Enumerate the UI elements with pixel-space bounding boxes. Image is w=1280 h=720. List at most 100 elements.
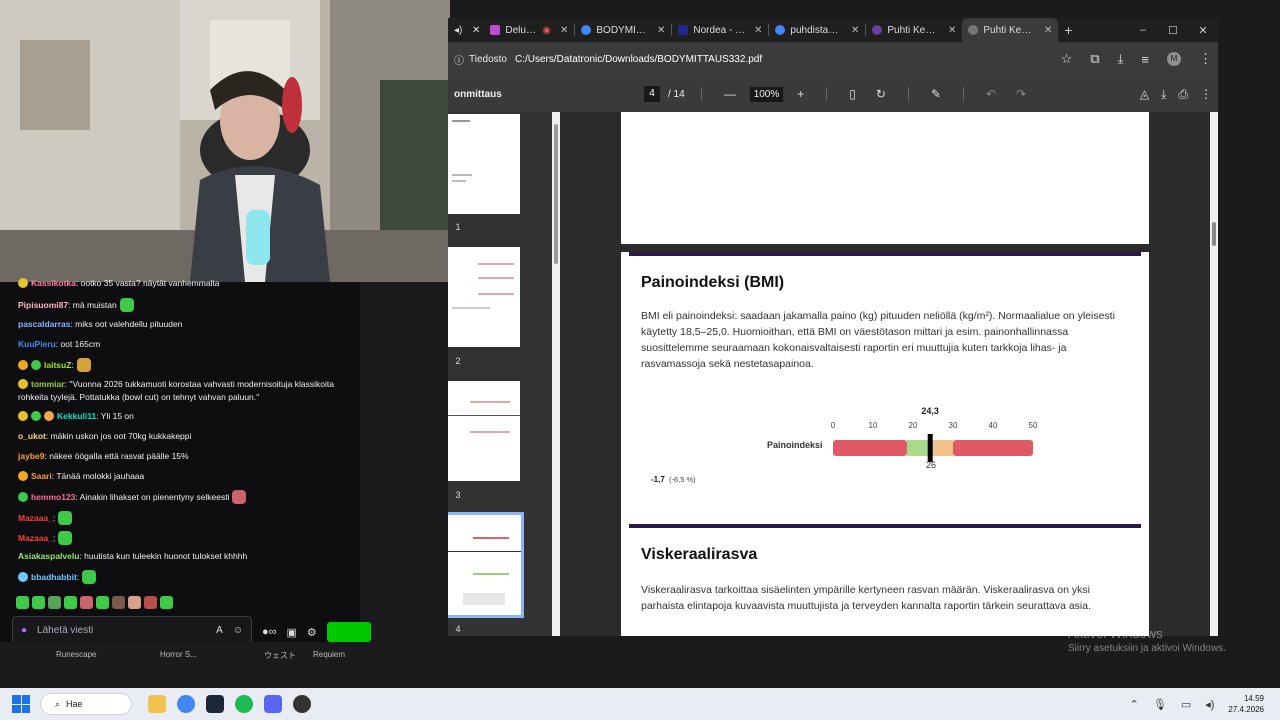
taskbar-search[interactable]: ⌕ Hae — [40, 693, 132, 715]
recording-icon: ◉ — [542, 24, 551, 36]
main-scrollbar[interactable] — [1210, 112, 1218, 636]
close-icon[interactable]: ✕ — [851, 25, 859, 36]
taskbar: ⌕ Hae ⌃ 🎙 ▭ ◂) 14.59 27.4.2026 — [0, 688, 1280, 720]
profile-avatar[interactable]: M — [1167, 52, 1181, 66]
visceral-fat-heading: Viskeraalirasva — [641, 546, 758, 563]
download-pdf-icon[interactable]: ⤓ — [1161, 87, 1166, 102]
close-icon[interactable]: ✕ — [754, 25, 762, 36]
microphone-icon[interactable]: ● — [21, 625, 27, 636]
emote-icon[interactable] — [32, 596, 45, 609]
fit-page-icon[interactable]: ▯ — [843, 87, 862, 101]
emote-icon[interactable] — [128, 596, 141, 609]
obs-icon[interactable] — [293, 695, 311, 713]
page-thumbnail[interactable] — [448, 381, 520, 481]
section-divider — [629, 252, 1141, 256]
undo-icon[interactable]: ↶ — [980, 87, 1002, 101]
zoom-in-icon[interactable]: + — [791, 87, 810, 101]
close-window-button[interactable]: ✕ — [1188, 24, 1218, 37]
emote-icon[interactable] — [64, 596, 77, 609]
chrome-icon[interactable] — [177, 695, 195, 713]
bmi-row-label: Painoindeksi — [767, 440, 823, 450]
save-drive-icon[interactable]: ◬ — [1140, 87, 1149, 102]
speaker-icon[interactable]: ◂) — [448, 18, 468, 42]
browser-tab[interactable]: Puhti Kehonm✕ — [866, 18, 962, 42]
emote-icon — [76, 358, 91, 372]
system-tray: ⌃ 🎙 ▭ ◂) 14.59 27.4.2026 — [1130, 693, 1280, 715]
emoji-icon[interactable]: ☺ — [233, 625, 243, 636]
annotate-icon[interactable]: ✎ — [925, 87, 947, 101]
settings-gear-icon[interactable]: ⚙ — [307, 626, 317, 639]
more-options-icon[interactable]: ⋮ — [1200, 87, 1212, 102]
gift-icon[interactable]: ▣ — [287, 626, 297, 639]
bmi-heading: Painoindeksi (BMI) — [641, 274, 785, 291]
zoom-level-input[interactable]: 100% — [749, 86, 784, 102]
emote-icon[interactable] — [144, 596, 157, 609]
game-label: Horror S... — [160, 650, 197, 659]
emote-icon[interactable] — [16, 596, 29, 609]
menu-kebab-icon[interactable]: ⋮ — [1199, 51, 1212, 67]
emote-icon — [58, 511, 73, 525]
file-explorer-icon[interactable] — [148, 695, 166, 713]
chat-message: o_ukot: mäkin uskon jos oot 70kg kukkake… — [18, 431, 192, 441]
bmi-marker — [927, 434, 933, 462]
page-thumbnail-selected[interactable] — [448, 512, 524, 618]
chat-message: tommiar: ''Vuonna 2026 tukkamuoti korost… — [18, 378, 334, 391]
rotate-icon[interactable]: ↻ — [870, 87, 892, 101]
download-icon[interactable]: ⤓ — [1118, 51, 1124, 67]
emote-icon[interactable] — [160, 596, 173, 609]
browser-tab[interactable]: Nordea - Tun✕ — [672, 18, 768, 42]
volume-icon[interactable]: ◂) — [1205, 698, 1214, 711]
minimize-button[interactable]: – — [1128, 24, 1158, 37]
bits-icon[interactable]: ●∞ — [262, 626, 277, 638]
emote-icon[interactable] — [80, 596, 93, 609]
tab-strip: ◂) ✕ Delulu Str◉✕ BODYMITTAU✕ Nordea - T… — [448, 18, 1218, 42]
pdf-toolbar: onmittaus 4 / 14 — 100% + ▯ ↻ ✎ ↶ ↷ ◬ ⤓ … — [448, 76, 1218, 112]
chat-message: jaybe9: näkee öögalla että rasvat päälle… — [18, 451, 189, 461]
browser-tab[interactable]: Delulu Str◉✕ — [484, 18, 574, 42]
gauge-zone-bar — [953, 440, 1033, 456]
start-button[interactable] — [12, 695, 30, 713]
discord-icon[interactable] — [264, 695, 282, 713]
emote-icon[interactable] — [48, 596, 61, 609]
emote-icon[interactable] — [96, 596, 109, 609]
webcam-image — [0, 0, 450, 282]
close-icon[interactable]: ✕ — [560, 25, 568, 36]
print-icon[interactable]: ⎙ — [1178, 87, 1188, 102]
chat-message: Mazaaa_: — [18, 531, 73, 545]
steam-icon[interactable] — [206, 695, 224, 713]
chat-send-button[interactable] — [326, 622, 371, 642]
redo-icon[interactable]: ↷ — [1010, 87, 1032, 101]
close-icon[interactable]: ✕ — [948, 25, 956, 36]
site-info-chip[interactable]: ⓘ Tiedosto — [454, 52, 507, 67]
address-bar: ⓘ Tiedosto C:/Users/Datatronic/Downloads/… — [448, 42, 1218, 76]
page-thumbnail[interactable] — [448, 247, 520, 347]
page-number-input[interactable]: 4 — [644, 86, 660, 102]
chat-input[interactable]: ● Lähetä viesti A ☺ — [12, 616, 252, 644]
close-icon[interactable]: ✕ — [657, 25, 665, 36]
emote-icon[interactable] — [112, 596, 125, 609]
microphone-tray-icon[interactable]: 🎙 — [1153, 698, 1167, 711]
translate-icon[interactable]: A — [216, 625, 223, 636]
info-icon: ⓘ — [454, 55, 464, 67]
close-icon[interactable]: ✕ — [468, 25, 484, 36]
network-icon[interactable]: ▭ — [1181, 698, 1191, 711]
media-controls-icon[interactable]: ≡ — [1141, 52, 1149, 67]
page-thumbnail[interactable] — [448, 114, 520, 214]
tab-favicon-icon — [775, 25, 786, 35]
browser-tab[interactable]: BODYMITTAU✕ — [575, 18, 671, 42]
browser-tab-active[interactable]: Puhti Kehonm✕ — [962, 18, 1059, 42]
close-icon[interactable]: ✕ — [1044, 25, 1052, 36]
maximize-button[interactable]: ☐ — [1158, 24, 1188, 37]
bookmark-star-icon[interactable]: ☆ — [1061, 51, 1073, 67]
browser-tab[interactable]: puhdistamo ✕ — [769, 18, 865, 42]
visceral-fat-description: Viskeraalirasva tarkoittaa sisäelinten y… — [641, 584, 1092, 612]
tray-overflow-icon[interactable]: ⌃ — [1130, 698, 1139, 711]
url-field[interactable]: C:/Users/Datatronic/Downloads/BODYMITTAU… — [515, 54, 1053, 65]
clock[interactable]: 14.59 27.4.2026 — [1228, 693, 1264, 715]
new-tab-button[interactable]: + — [1058, 22, 1078, 38]
spotify-icon[interactable] — [235, 695, 253, 713]
zoom-out-icon[interactable]: — — [718, 87, 742, 101]
chat-message: bbadhabbit: — [18, 570, 97, 584]
extensions-icon[interactable]: ⧉ — [1090, 51, 1099, 67]
thumbnail-scrollbar[interactable] — [552, 112, 560, 636]
